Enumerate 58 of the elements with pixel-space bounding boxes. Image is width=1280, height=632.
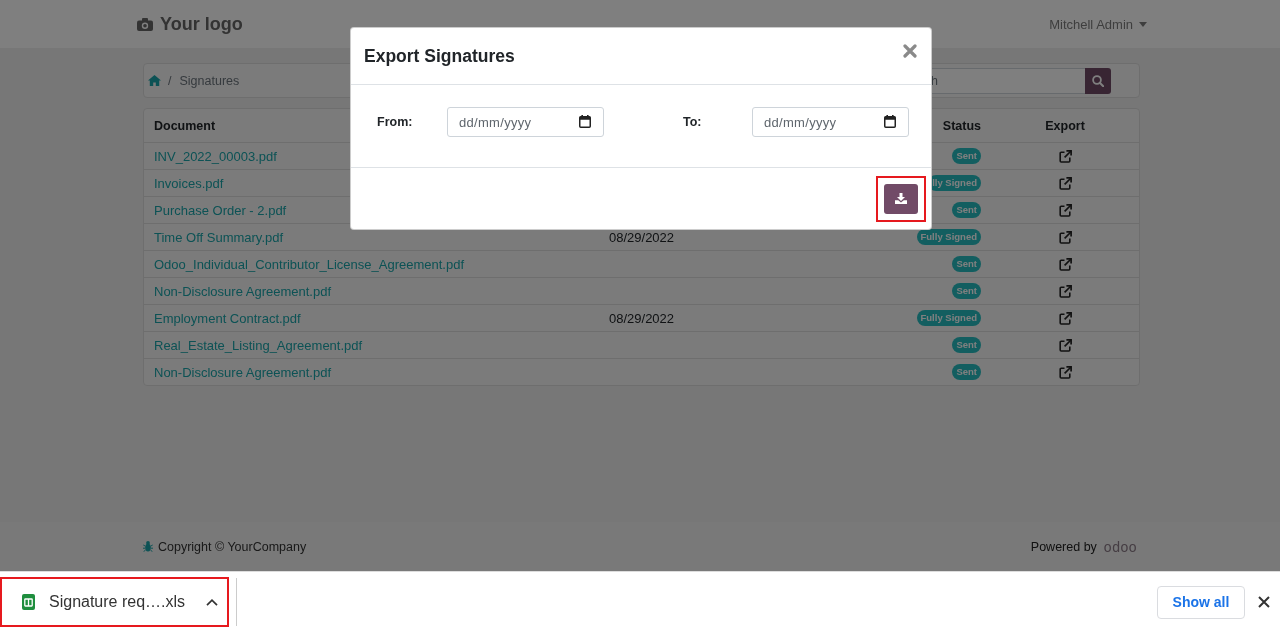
date-field[interactable]: dd/mm/yyyy [752,107,909,137]
chevron-up-icon[interactable] [206,598,218,606]
search-icon [1092,74,1104,87]
camera-icon [137,17,153,31]
column-header: Status [942,118,981,133]
document-link[interactable]: Real_Estate_Listing_Agreement.pdf [154,337,363,353]
caret-icon [1139,21,1147,27]
calendar-icon[interactable] [579,115,591,128]
copyright-text: Copyright © YourCompany [158,539,307,554]
powered-by-text: Powered by [1030,539,1097,554]
download-button[interactable] [884,183,918,214]
status-badge: Sent [952,337,981,353]
external-link-icon[interactable] [1058,365,1072,379]
column-header: Document [154,118,216,133]
field-label: To: [683,115,703,129]
logo[interactable]: Your logo [137,13,243,35]
external-link-icon[interactable] [1058,176,1072,190]
status-badge: Sent [952,256,981,272]
status-badge: Fully Signed [916,229,981,245]
document-link[interactable]: Time Off Summary.pdf [154,229,284,245]
spreadsheet-icon [22,594,35,610]
field-label: From: [377,115,414,129]
status-badge: Sent [952,364,981,380]
dialog-title: Export Signatures [364,45,515,67]
close-icon [903,44,917,58]
document-link[interactable]: Invoices.pdf [154,175,224,191]
signed-date: 08/29/2022 [609,229,675,245]
document-link[interactable]: Non-Disclosure Agreement.pdf [154,283,332,299]
column-header: Export [1045,118,1085,133]
document-link[interactable]: Non-Disclosure Agreement.pdf [154,364,332,380]
status-badge: Sent [952,148,981,164]
external-link-icon[interactable] [1058,230,1072,244]
external-link-icon[interactable] [1058,284,1072,298]
document-link[interactable]: Employment Contract.pdf [154,310,301,326]
date-field[interactable]: dd/mm/yyyy [447,107,604,137]
document-link[interactable]: Purchase Order - 2.pdf [154,202,287,218]
breadcrumb-current: Signatures [179,73,240,88]
external-link-icon[interactable] [1058,203,1072,217]
download-item[interactable]: Signature req….xls [2,579,227,625]
document-link[interactable]: Odoo_Individual_Contributor_License_Agreement.pdf [154,256,465,272]
external-link-icon[interactable] [1058,257,1072,271]
show-all-button[interactable]: Show all [1157,585,1245,619]
status-badge: Sent [952,202,981,218]
signed-date: 08/29/2022 [609,310,675,326]
document-link[interactable]: INV_2022_00003.pdf [154,148,277,164]
external-link-icon[interactable] [1058,149,1072,163]
user-menu[interactable]: Mitchell Admin [1049,16,1147,32]
close-icon [1258,596,1270,608]
external-link-icon[interactable] [1058,311,1072,325]
bug-icon [143,541,153,552]
download-icon [895,193,907,204]
search-button[interactable] [1085,67,1111,94]
status-badge: Sent [952,283,981,299]
status-badge: Fully Signed [916,310,981,326]
calendar-icon[interactable] [884,115,896,128]
external-link-icon[interactable] [1058,338,1072,352]
breadcrumb-separator: / [168,73,172,88]
brand-wordmark[interactable]: odoo [1103,538,1137,555]
